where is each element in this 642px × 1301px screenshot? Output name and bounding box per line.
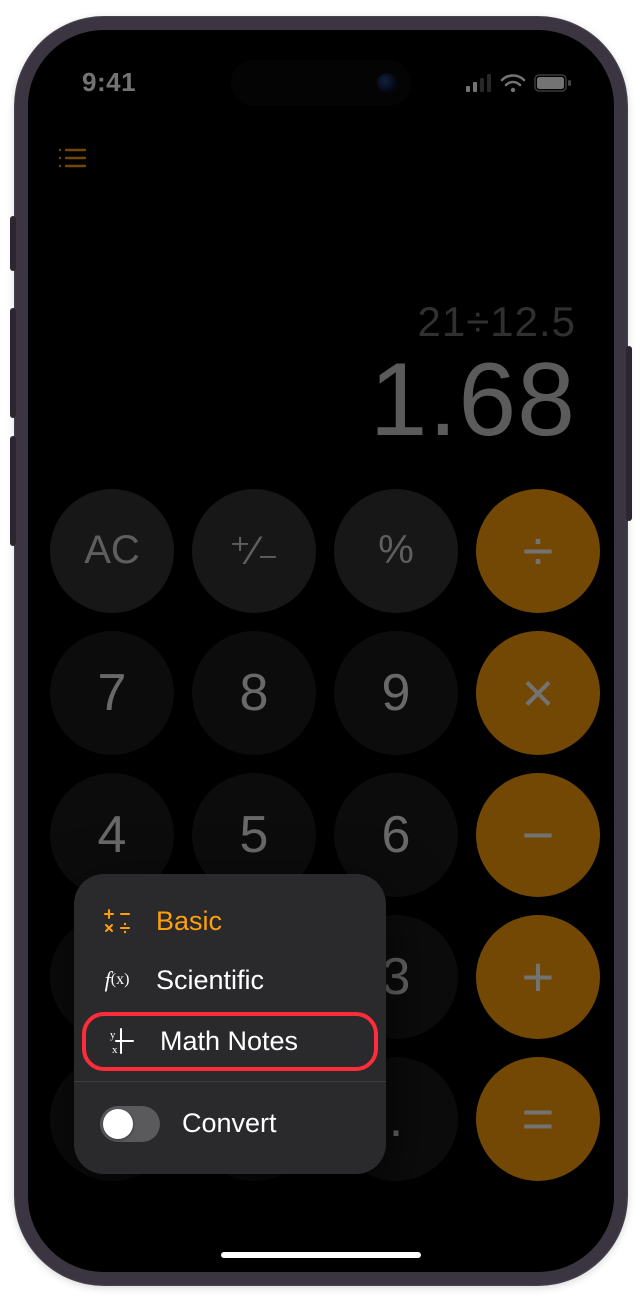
mode-scientific[interactable]: f(x) Scientific — [74, 951, 386, 1010]
key-8[interactable]: 8 — [192, 631, 316, 755]
screen: 9:41 — [28, 30, 614, 1272]
menu-separator — [74, 1081, 386, 1082]
mode-convert[interactable]: Convert — [74, 1092, 386, 1156]
mode-basic-label: Basic — [156, 906, 222, 937]
basic-mode-icon — [100, 907, 134, 935]
key-7[interactable]: 7 — [50, 631, 174, 755]
list-icon — [57, 146, 87, 170]
volume-down-button[interactable] — [10, 436, 16, 546]
volume-up-button[interactable] — [10, 308, 16, 418]
mode-menu: Basic f(x) Scientific y x — [74, 874, 386, 1174]
expression-text: 21÷12.5 — [66, 298, 576, 346]
key-equals[interactable]: = — [476, 1057, 600, 1181]
mode-math-notes[interactable]: y x Math Notes — [82, 1012, 378, 1071]
display-area: 21÷12.5 1.68 — [28, 298, 614, 455]
key-minus[interactable]: − — [476, 773, 600, 897]
power-button[interactable] — [626, 346, 632, 521]
key-percent[interactable]: % — [334, 489, 458, 613]
convert-toggle[interactable] — [100, 1106, 160, 1142]
key-ac[interactable]: AC — [50, 489, 174, 613]
mode-scientific-label: Scientific — [156, 965, 264, 996]
key-sign[interactable]: ⁺⁄₋ — [192, 489, 316, 613]
svg-text:x: x — [112, 1044, 118, 1056]
mode-convert-label: Convert — [182, 1108, 277, 1139]
key-multiply[interactable]: × — [476, 631, 600, 755]
mode-basic[interactable]: Basic — [74, 892, 386, 951]
key-9[interactable]: 9 — [334, 631, 458, 755]
svg-text:y: y — [110, 1029, 116, 1041]
history-button[interactable] — [52, 138, 92, 178]
home-indicator[interactable] — [221, 1252, 421, 1258]
key-plus[interactable]: + — [476, 915, 600, 1039]
key-divide[interactable]: ÷ — [476, 489, 600, 613]
math-notes-icon: y x — [104, 1026, 138, 1056]
app-top-row — [28, 130, 614, 178]
result-text: 1.68 — [66, 346, 576, 455]
phone-frame: 9:41 — [14, 16, 628, 1286]
mode-math-notes-label: Math Notes — [160, 1026, 298, 1057]
scientific-mode-icon: f(x) — [100, 967, 134, 993]
silence-switch[interactable] — [10, 216, 16, 271]
